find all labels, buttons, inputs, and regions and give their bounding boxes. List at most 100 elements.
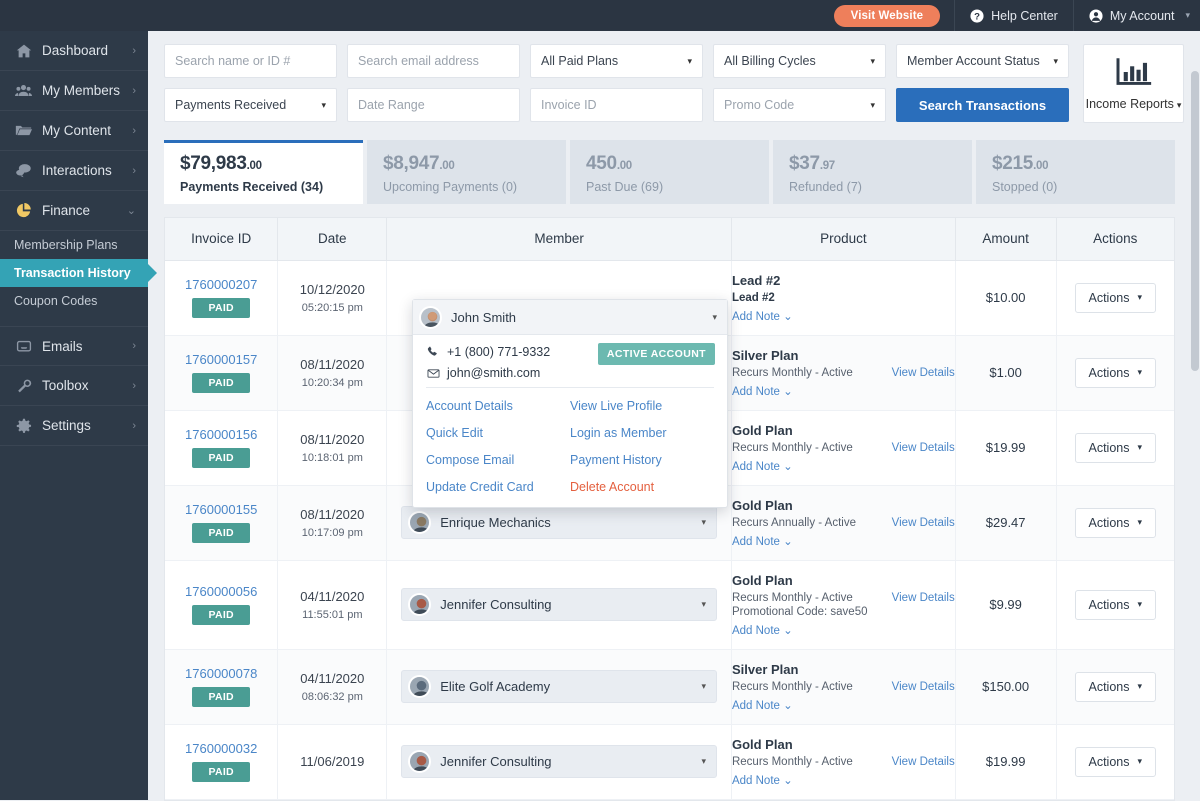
popup-link-payment-history[interactable]: Payment History — [570, 453, 714, 467]
member-name: Enrique Mechanics — [440, 515, 551, 530]
invoice-id-link[interactable]: 1760000156 — [165, 427, 277, 442]
popup-link-account-details[interactable]: Account Details — [426, 399, 570, 413]
view-details-link[interactable]: View Details — [882, 517, 955, 529]
view-details-link[interactable]: View Details — [882, 756, 955, 768]
status-badge-paid: PAID — [192, 687, 250, 707]
invoice-id-input[interactable]: Invoice ID — [530, 88, 703, 122]
actions-button[interactable]: Actions ▾ — [1075, 590, 1157, 620]
stat-tab-stopped[interactable]: $215.00 Stopped (0) — [976, 140, 1175, 204]
sidebar-item-finance[interactable]: Finance ⌄ — [0, 191, 148, 231]
sidebar-item-interactions[interactable]: Interactions › — [0, 151, 148, 191]
date-range-input[interactable]: Date Range — [347, 88, 520, 122]
popup-link-update-credit-card[interactable]: Update Credit Card — [426, 480, 570, 494]
paid-plans-select[interactable]: All Paid Plans ▾ — [530, 44, 703, 78]
chevron-down-icon[interactable]: ▾ — [701, 681, 706, 692]
popup-link-view-live-profile[interactable]: View Live Profile — [570, 399, 714, 413]
chevron-down-icon[interactable]: ▾ — [701, 599, 706, 610]
column-header-date[interactable]: Date — [278, 218, 387, 260]
add-note-link[interactable]: Add Note ⌄ — [732, 698, 955, 712]
product-meta: Lead #2 — [732, 292, 955, 304]
chevron-down-icon: ▾ — [321, 100, 326, 111]
sidebar-item-my-content[interactable]: My Content › — [0, 111, 148, 151]
chevron-down-icon[interactable]: ▾ — [701, 756, 706, 767]
stat-tab-payments-received[interactable]: $79,983.00 Payments Received (34) — [164, 140, 363, 204]
product-meta: Recurs Annually - ActiveView Details — [732, 517, 955, 529]
sidebar-label-my-members: My Members — [42, 83, 132, 98]
stat-amount-cents: .00 — [247, 160, 262, 172]
cell-amount: $19.99 — [955, 724, 1056, 799]
actions-button[interactable]: Actions ▾ — [1075, 358, 1157, 388]
visit-website-button[interactable]: Visit Website — [834, 5, 940, 27]
popup-link-delete-account[interactable]: Delete Account — [570, 480, 714, 494]
column-header-product[interactable]: Product — [731, 218, 955, 260]
page-scrollbar[interactable] — [1189, 31, 1200, 800]
chevron-down-icon[interactable]: ▾ — [701, 517, 706, 528]
member-pill[interactable]: Jennifer Consulting ▾ — [401, 745, 717, 778]
stat-tab-upcoming-payments[interactable]: $8,947.00 Upcoming Payments (0) — [367, 140, 566, 204]
add-note-link[interactable]: Add Note ⌄ — [732, 534, 955, 548]
member-pill[interactable]: Elite Golf Academy ▾ — [401, 670, 717, 703]
search-transactions-button[interactable]: Search Transactions — [896, 88, 1069, 122]
sidebar-subitem-coupon-codes[interactable]: Coupon Codes — [0, 287, 148, 315]
sidebar-subitem-transaction-history[interactable]: Transaction History — [0, 259, 148, 287]
add-note-link[interactable]: Add Note ⌄ — [732, 459, 955, 473]
invoice-id-link[interactable]: 1760000155 — [165, 502, 277, 517]
view-details-link[interactable]: View Details — [882, 442, 955, 454]
invoice-id-link[interactable]: 1760000032 — [165, 741, 277, 756]
popup-header[interactable]: John Smith ▾ — [413, 300, 727, 335]
income-reports-button[interactable]: Income Reports▾ — [1083, 44, 1184, 123]
popup-link-compose-email[interactable]: Compose Email — [426, 453, 570, 467]
stat-tab-refunded[interactable]: $37.97 Refunded (7) — [773, 140, 972, 204]
stat-amount-main: $37 — [789, 153, 820, 174]
member-pill[interactable]: Jennifer Consulting ▾ — [401, 588, 717, 621]
stat-tab-past-due[interactable]: 450.00 Past Due (69) — [570, 140, 769, 204]
sidebar-item-toolbox[interactable]: Toolbox › — [0, 366, 148, 406]
add-note-link[interactable]: Add Note ⌄ — [732, 309, 955, 323]
billing-cycles-select[interactable]: All Billing Cycles ▾ — [713, 44, 886, 78]
folder-icon — [14, 122, 33, 139]
view-details-link[interactable]: View Details — [882, 592, 955, 604]
actions-button[interactable]: Actions ▾ — [1075, 508, 1157, 538]
account-chevron-down-icon[interactable]: ▾ — [1183, 0, 1200, 31]
help-center-link[interactable]: ? Help Center — [954, 0, 1073, 31]
actions-button[interactable]: Actions ▾ — [1075, 433, 1157, 463]
add-note-link[interactable]: Add Note ⌄ — [732, 623, 955, 637]
invoice-id-link[interactable]: 1760000078 — [165, 666, 277, 681]
column-header-member[interactable]: Member — [387, 218, 732, 260]
actions-button[interactable]: Actions ▾ — [1075, 672, 1157, 702]
stat-amount-cents: .97 — [820, 160, 835, 172]
view-details-link[interactable]: View Details — [882, 681, 955, 693]
view-details-link[interactable]: View Details — [882, 367, 955, 379]
search-name-input[interactable]: Search name or ID # — [164, 44, 337, 78]
invoice-id-link[interactable]: 1760000207 — [165, 277, 277, 292]
chevron-down-icon: ▾ — [870, 100, 875, 111]
scrollbar-thumb[interactable] — [1191, 71, 1199, 371]
sidebar-item-dashboard[interactable]: Dashboard › — [0, 31, 148, 71]
add-note-link[interactable]: Add Note ⌄ — [732, 773, 955, 787]
popup-link-quick-edit[interactable]: Quick Edit — [426, 426, 570, 440]
sidebar-label-interactions: Interactions — [42, 163, 132, 178]
chevron-down-icon: ▾ — [870, 56, 875, 67]
sidebar-item-settings[interactable]: Settings › — [0, 406, 148, 446]
my-account-menu[interactable]: My Account — [1073, 0, 1184, 31]
search-email-input[interactable]: Search email address — [347, 44, 520, 78]
sidebar-subitem-membership-plans[interactable]: Membership Plans — [0, 231, 148, 259]
invoice-id-link[interactable]: 1760000157 — [165, 352, 277, 367]
member-pill[interactable]: Enrique Mechanics ▾ — [401, 506, 717, 539]
column-header-amount[interactable]: Amount — [955, 218, 1056, 260]
member-account-status-select[interactable]: Member Account Status ▾ — [896, 44, 1069, 78]
actions-button-label: Actions — [1089, 366, 1130, 380]
sidebar-item-emails[interactable]: Emails › — [0, 326, 148, 366]
column-header-invoice-id[interactable]: Invoice ID — [165, 218, 278, 260]
sidebar-item-my-members[interactable]: My Members › — [0, 71, 148, 111]
transaction-type-select[interactable]: Payments Received ▾ — [164, 88, 337, 122]
popup-link-login-as-member[interactable]: Login as Member — [570, 426, 714, 440]
invoice-id-link[interactable]: 1760000056 — [165, 584, 277, 599]
add-note-link[interactable]: Add Note ⌄ — [732, 384, 955, 398]
actions-button[interactable]: Actions ▾ — [1075, 747, 1157, 777]
chevron-down-icon[interactable]: ▾ — [712, 312, 717, 323]
actions-button[interactable]: Actions ▾ — [1075, 283, 1157, 313]
promo-code-select[interactable]: Promo Code ▾ — [713, 88, 886, 122]
phone-icon — [426, 346, 440, 358]
stat-amount: $79,983.00 — [180, 153, 363, 175]
